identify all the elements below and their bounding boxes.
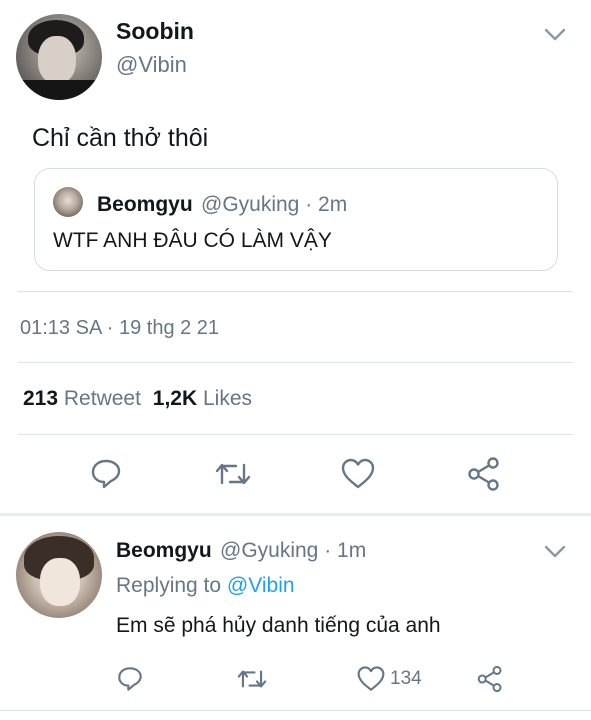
replying-prefix: Replying to [116, 574, 222, 597]
reply-author-meta[interactable]: @Gyuking · 1m [220, 539, 366, 563]
likes-label[interactable]: Likes [203, 387, 252, 410]
quote-text: WTF ANH ĐÂU CÓ LÀM VẬY [53, 229, 332, 252]
reply-author-name[interactable]: Beomgyu [116, 539, 212, 563]
author-name[interactable]: Soobin [116, 18, 194, 45]
heart-icon [341, 458, 375, 489]
reply-avatar[interactable] [16, 532, 102, 618]
section-divider [0, 513, 591, 516]
reply-reply-button[interactable] [116, 664, 144, 694]
quote-author-name: Beomgyu [97, 193, 193, 216]
main-tweet: Soobin @Vibin Chỉ cần thở thôi Beomgyu @… [0, 0, 591, 515]
chevron-down-icon[interactable] [544, 28, 566, 42]
quote-avatar [53, 187, 83, 217]
retweet-count[interactable]: 213 [23, 387, 58, 410]
like-button[interactable] [338, 454, 378, 494]
reply-icon [91, 459, 121, 489]
reply-icon [118, 667, 142, 691]
reply-share-button[interactable] [476, 664, 504, 694]
replying-to: Replying to @Vibin [116, 574, 295, 598]
tweet-stats: 213 Retweet 1,2K Likes [23, 387, 252, 411]
reply-like-button[interactable]: 134 [356, 664, 422, 694]
reply-like-count: 134 [390, 668, 422, 689]
heart-icon [357, 666, 385, 691]
tweet-timestamp: 01:13 SA · 19 thg 2 21 [20, 317, 220, 339]
share-button[interactable] [464, 454, 504, 494]
avatar[interactable] [16, 14, 102, 100]
divider [18, 291, 573, 292]
author-handle[interactable]: @Vibin [116, 52, 187, 78]
divider [0, 710, 591, 711]
retweet-button[interactable] [213, 454, 253, 494]
share-icon [468, 457, 499, 491]
divider [18, 434, 573, 435]
likes-count[interactable]: 1,2K [153, 387, 197, 410]
share-icon [477, 665, 502, 693]
quote-author-meta: @Gyuking · 2m [201, 193, 348, 216]
reply-retweet-button[interactable] [236, 664, 268, 694]
chevron-down-icon[interactable] [544, 545, 566, 559]
retweet-icon [215, 463, 251, 485]
reply-button[interactable] [86, 454, 126, 494]
quoted-tweet[interactable]: Beomgyu @Gyuking · 2m WTF ANH ĐÂU CÓ LÀM… [34, 168, 558, 271]
reply-text: Em sẽ phá hủy danh tiếng của anh [116, 614, 441, 637]
divider [18, 362, 573, 363]
tweet-text: Chỉ cần thở thôi [32, 124, 209, 152]
retweet-label[interactable]: Retweet [64, 387, 141, 410]
retweet-icon [237, 670, 267, 688]
replying-mention[interactable]: @Vibin [227, 574, 295, 597]
